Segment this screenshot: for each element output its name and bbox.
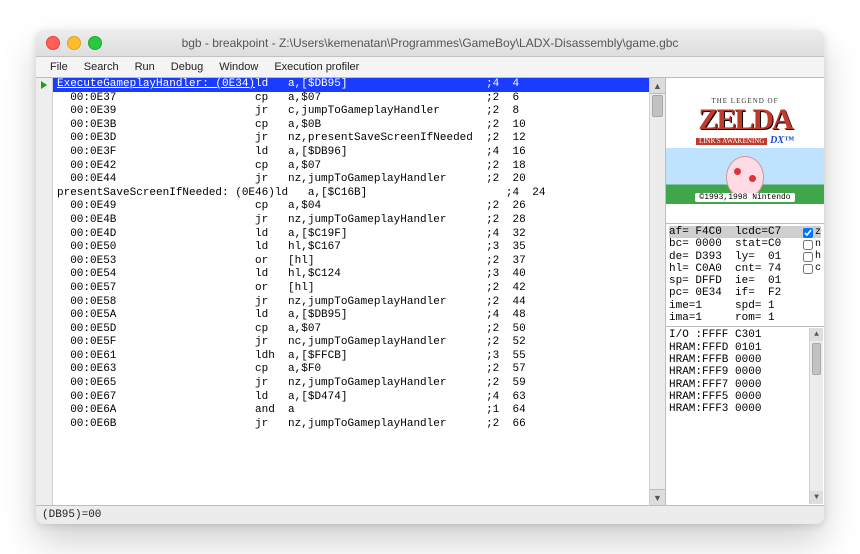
disasm-line[interactable]: 00:0E54 ld hl,$C124 ;3 40 — [53, 268, 649, 282]
memory-row[interactable]: HRAM:FFF9 0000 — [669, 366, 821, 378]
statusbar: (DB95)=00 — [36, 505, 824, 524]
game-preview: THE LEGEND OF ZELDA LINK'S AWAKENING DX™… — [666, 78, 824, 224]
menu-execution-profiler[interactable]: Execution profiler — [266, 59, 367, 75]
menubar: FileSearchRunDebugWindowExecution profil… — [36, 57, 824, 78]
close-icon[interactable] — [46, 36, 60, 50]
menu-run[interactable]: Run — [127, 59, 163, 75]
memory-panel[interactable]: I/O :FFFF C301HRAM:FFFD 0101HRAM:FFFB 00… — [666, 327, 824, 505]
disasm-line[interactable]: 00:0E5D cp a,$07 ;2 50 — [53, 323, 649, 337]
flag-z-checkbox[interactable]: z — [803, 227, 821, 238]
scroll-down-button[interactable]: ▼ — [650, 489, 665, 505]
register-row[interactable]: de= D393 ly= 01 — [669, 251, 821, 263]
disasm-line[interactable]: 00:0E39 jr c,jumpToGameplayHandler ;2 8 — [53, 105, 649, 119]
disasm-line[interactable]: 00:0E3B cp a,$0B ;2 10 — [53, 119, 649, 133]
disassembly-listing[interactable]: ExecuteGameplayHandler: (0E34)ld a,[$DB9… — [53, 78, 649, 505]
egg-icon — [726, 156, 764, 198]
memory-scrollbar[interactable]: ▲ ▼ — [809, 328, 823, 504]
disasm-line[interactable]: 00:0E5A ld a,[$DB95] ;4 48 — [53, 309, 649, 323]
register-row[interactable]: pc= 0E34 if= F2 — [669, 287, 821, 299]
zoom-icon[interactable] — [88, 36, 102, 50]
breakpoint-gutter[interactable] — [36, 78, 53, 505]
menu-window[interactable]: Window — [211, 59, 266, 75]
register-row[interactable]: bc= 0000 stat=C0 — [669, 238, 821, 250]
register-row[interactable]: ime=1 spd= 1 — [669, 300, 821, 312]
register-row[interactable]: af= F4C0 lcdc=C7 — [669, 226, 821, 238]
registers-panel[interactable]: af= F4C0 lcdc=C7bc= 0000 stat=C0de= D393… — [666, 224, 824, 327]
menu-debug[interactable]: Debug — [163, 59, 211, 75]
disasm-line[interactable]: 00:0E4D ld a,[$C19F] ;4 32 — [53, 228, 649, 242]
memory-row[interactable]: HRAM:FFF7 0000 — [669, 379, 821, 391]
window-title: bgb - breakpoint - Z:\Users\kemenatan\Pr… — [36, 36, 824, 50]
flag-n-checkbox[interactable]: n — [803, 239, 821, 250]
status-text: (DB95)=00 — [42, 509, 101, 521]
disasm-line[interactable]: 00:0E50 ld hl,$C167 ;3 35 — [53, 241, 649, 255]
disasm-line[interactable]: 00:0E5F jr nc,jumpToGameplayHandler ;2 5… — [53, 336, 649, 350]
scroll-thumb[interactable] — [652, 95, 663, 117]
disasm-line[interactable]: 00:0E67 ld a,[$D474] ;4 63 — [53, 391, 649, 405]
menu-file[interactable]: File — [42, 59, 76, 75]
disasm-line[interactable]: 00:0E4B jr nz,jumpToGameplayHandler ;2 2… — [53, 214, 649, 228]
game-title: ZELDA — [696, 105, 794, 135]
game-dx: DX™ — [770, 135, 794, 146]
disasm-line[interactable]: 00:0E49 cp a,$04 ;2 26 — [53, 200, 649, 214]
disassembly-scrollbar[interactable]: ▲ ▼ — [649, 78, 665, 505]
disasm-line[interactable]: 00:0E61 ldh a,[$FFCB] ;3 55 — [53, 350, 649, 364]
disasm-line[interactable]: 00:0E6B jr nz,jumpToGameplayHandler ;2 6… — [53, 418, 649, 432]
disasm-line[interactable]: 00:0E3D jr nz,presentSaveScreenIfNeeded … — [53, 132, 649, 146]
scroll-up-button[interactable]: ▲ — [650, 78, 665, 94]
memory-row[interactable]: I/O :FFFF C301 — [669, 329, 821, 341]
scroll-down-button[interactable]: ▼ — [810, 491, 823, 504]
disasm-label-line[interactable]: presentSaveScreenIfNeeded: (0E46)ld a,[$… — [53, 187, 649, 201]
window: bgb - breakpoint - Z:\Users\kemenatan\Pr… — [36, 30, 824, 524]
game-subtitle: LINK'S AWAKENING — [696, 138, 767, 145]
disasm-line[interactable]: 00:0E44 jr nz,jumpToGameplayHandler ;2 2… — [53, 173, 649, 187]
menu-search[interactable]: Search — [76, 59, 127, 75]
disasm-line[interactable]: 00:0E6A and a ;1 64 — [53, 404, 649, 418]
register-row[interactable]: ima=1 rom= 1 — [669, 312, 821, 324]
disasm-line[interactable]: 00:0E42 cp a,$07 ;2 18 — [53, 160, 649, 174]
disassembly-panel: ExecuteGameplayHandler: (0E34)ld a,[$DB9… — [36, 78, 666, 505]
memory-row[interactable]: HRAM:FFFB 0000 — [669, 354, 821, 366]
flag-h-checkbox[interactable]: h — [803, 251, 821, 262]
disasm-line[interactable]: 00:0E58 jr nz,jumpToGameplayHandler ;2 4… — [53, 296, 649, 310]
memory-row[interactable]: HRAM:FFF3 0000 — [669, 403, 821, 415]
register-row[interactable]: sp= DFFD ie= 01 — [669, 275, 821, 287]
game-copyright: ©1993,1998 Nintendo — [695, 193, 794, 202]
titlebar: bgb - breakpoint - Z:\Users\kemenatan\Pr… — [36, 30, 824, 57]
memory-row[interactable]: HRAM:FFF5 0000 — [669, 391, 821, 403]
flags-checkboxes: znhc — [803, 227, 821, 274]
breakpoint-arrow-icon — [41, 81, 47, 89]
minimize-icon[interactable] — [67, 36, 81, 50]
disasm-label-line[interactable]: ExecuteGameplayHandler: (0E34)ld a,[$DB9… — [53, 78, 649, 92]
disasm-line[interactable]: 00:0E37 cp a,$07 ;2 6 — [53, 92, 649, 106]
memory-row[interactable]: HRAM:FFFD 0101 — [669, 342, 821, 354]
disasm-line[interactable]: 00:0E3F ld a,[$DB96] ;4 16 — [53, 146, 649, 160]
disasm-line[interactable]: 00:0E65 jr nz,jumpToGameplayHandler ;2 5… — [53, 377, 649, 391]
disasm-line[interactable]: 00:0E57 or [hl] ;2 42 — [53, 282, 649, 296]
scroll-up-button[interactable]: ▲ — [810, 328, 823, 341]
disasm-line[interactable]: 00:0E63 cp a,$F0 ;2 57 — [53, 363, 649, 377]
flag-c-checkbox[interactable]: c — [803, 263, 821, 274]
disasm-line[interactable]: 00:0E53 or [hl] ;2 37 — [53, 255, 649, 269]
register-row[interactable]: hl= C0A0 cnt= 74 — [669, 263, 821, 275]
scroll-thumb[interactable] — [812, 343, 821, 375]
